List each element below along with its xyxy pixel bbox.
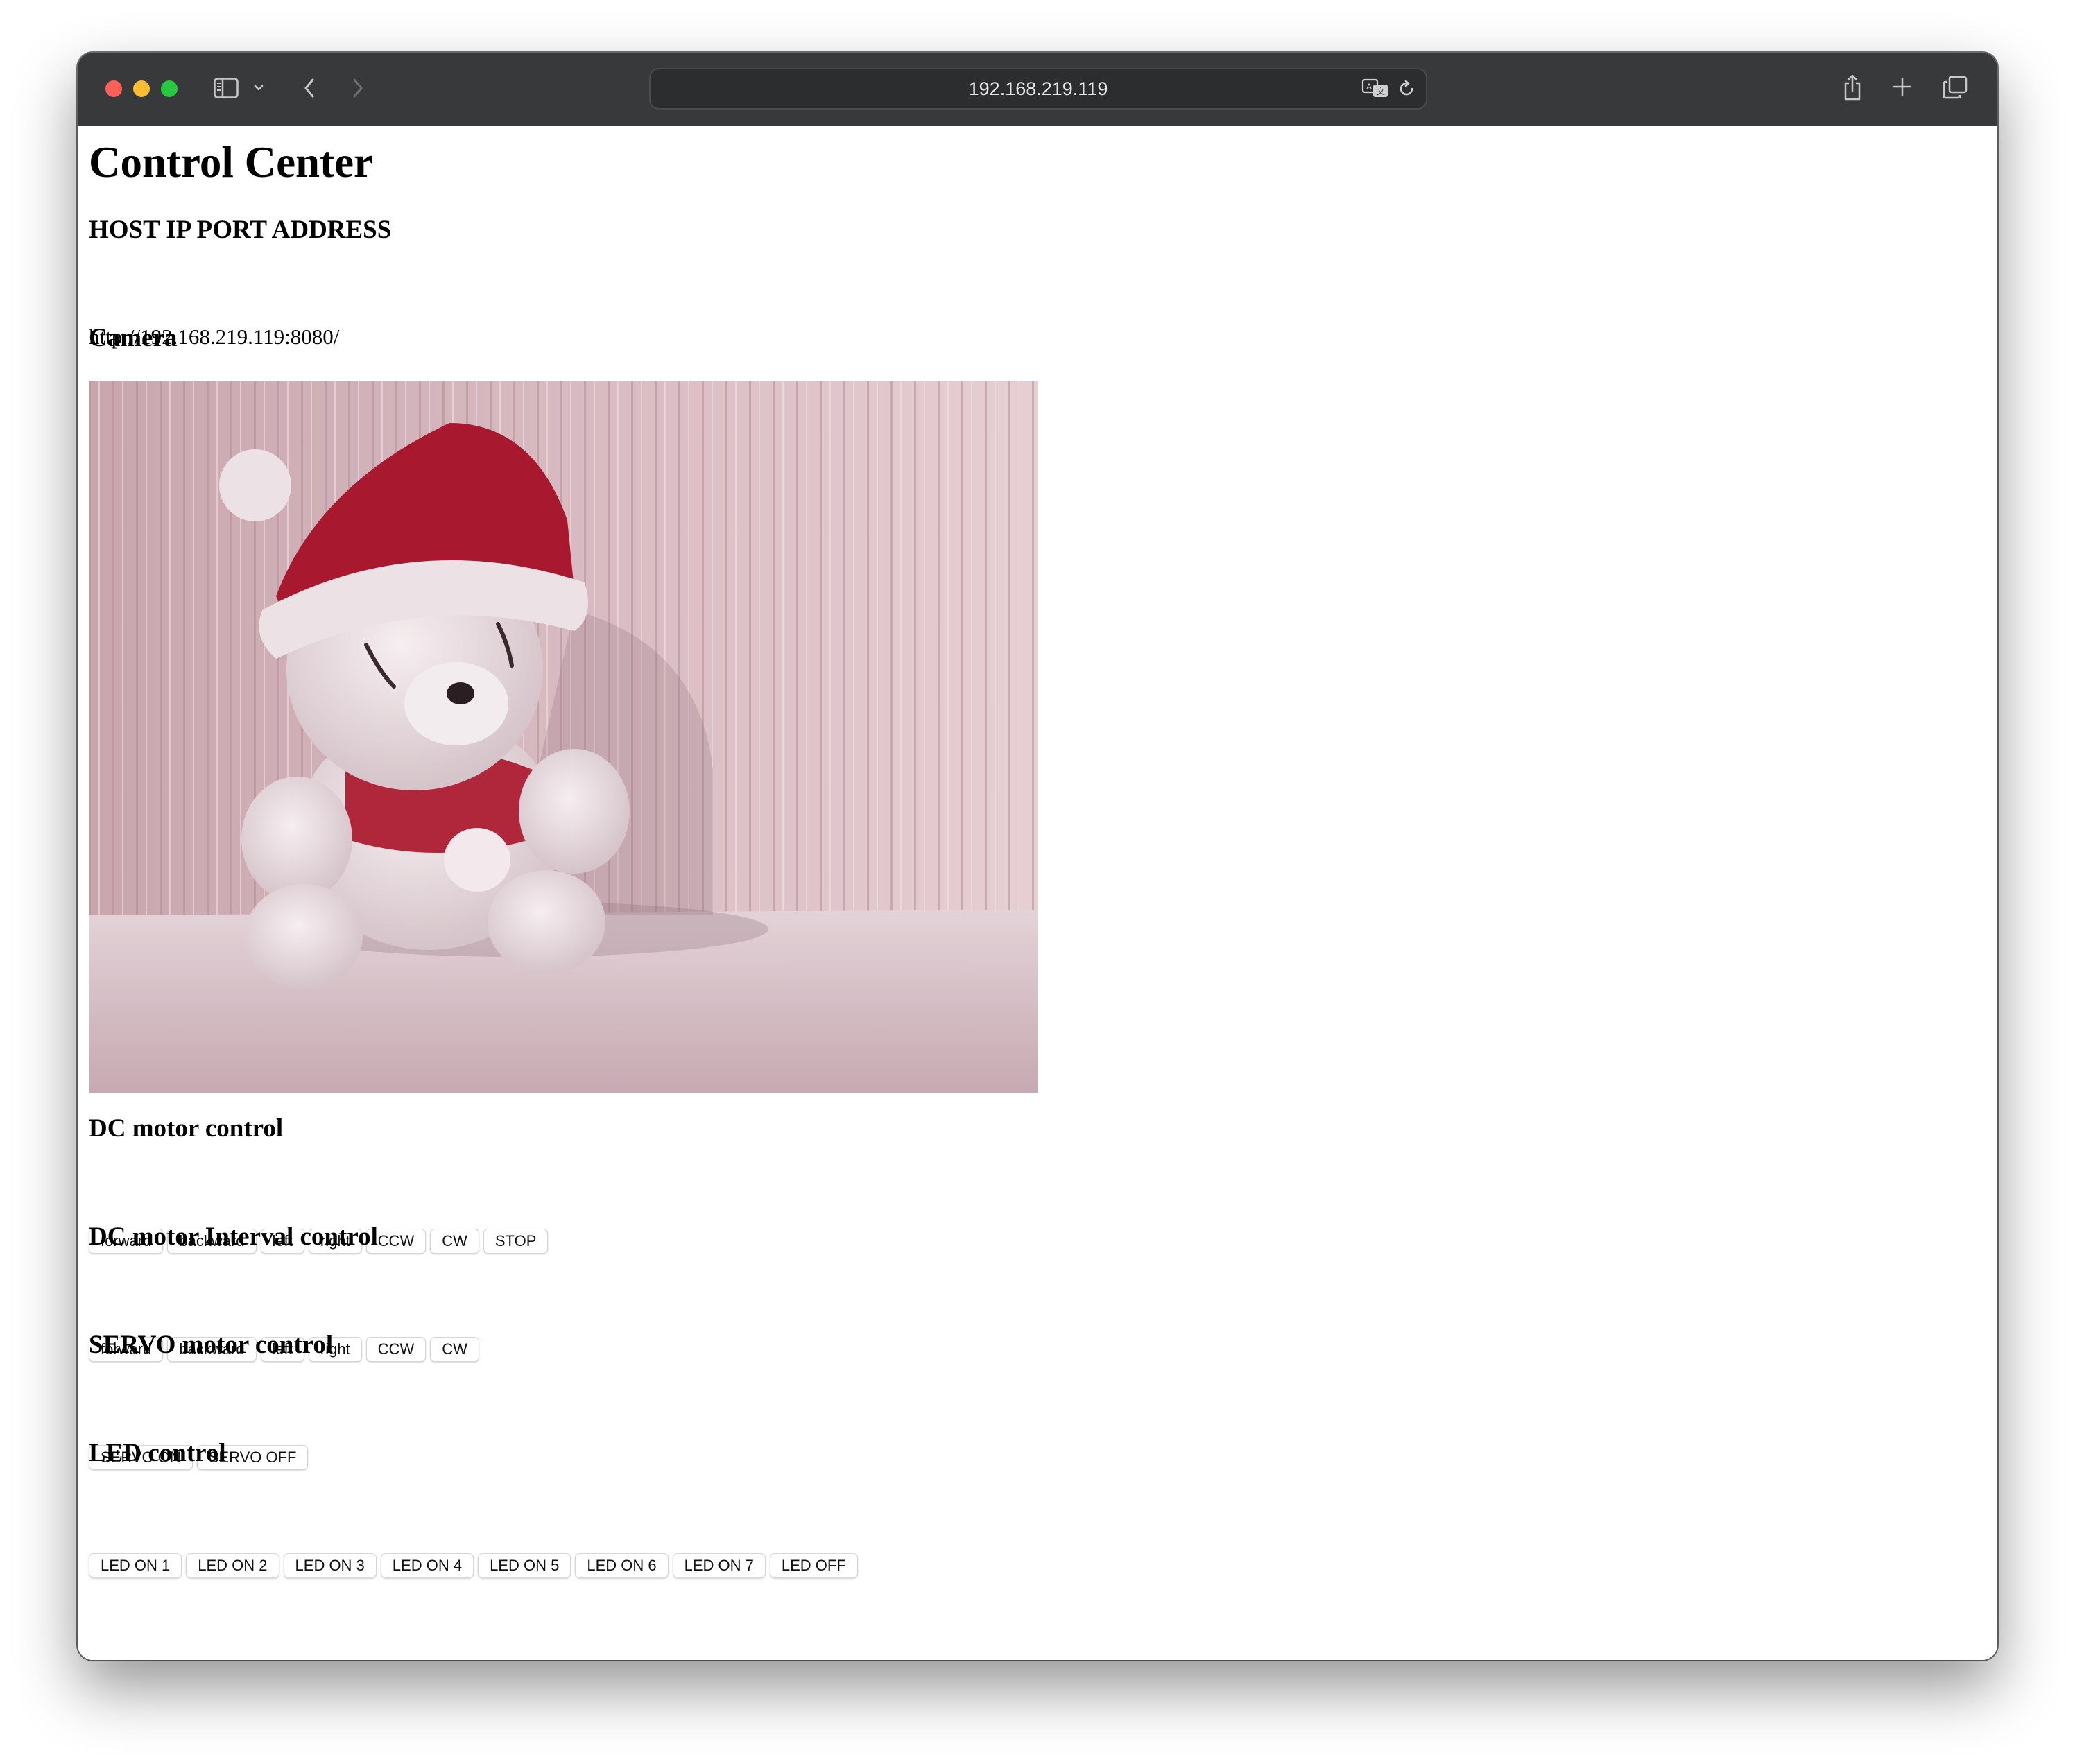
host-heading: HOST IP PORT ADDRESS [89, 216, 392, 244]
zoom-window-button[interactable] [161, 80, 178, 97]
svg-text:文: 文 [1377, 86, 1385, 96]
address-text: 192.168.219.119 [968, 78, 1108, 99]
led-buttons: LED ON 1 LED ON 2 LED ON 3 LED ON 4 LED … [89, 1553, 858, 1578]
minimize-window-button[interactable] [133, 80, 150, 97]
led-on-2-button[interactable]: LED ON 2 [186, 1553, 279, 1578]
interval-ccw-button[interactable]: CCW [365, 1337, 427, 1362]
share-icon[interactable] [1841, 72, 1864, 103]
led-on-7-button[interactable]: LED ON 7 [672, 1553, 766, 1578]
page-title: Control Center [89, 138, 373, 187]
led-on-5-button[interactable]: LED ON 5 [478, 1553, 571, 1578]
chevron-down-icon[interactable] [252, 82, 265, 94]
led-on-3-button[interactable]: LED ON 3 [283, 1553, 377, 1578]
led-on-6-button[interactable]: LED ON 6 [575, 1553, 669, 1578]
close-window-button[interactable] [105, 80, 122, 97]
plus-icon[interactable] [1891, 75, 1914, 98]
translate-icon[interactable]: A文 [1361, 78, 1390, 98]
sidebar-icon[interactable] [212, 76, 240, 100]
led-off-button[interactable]: LED OFF [769, 1553, 858, 1578]
led-on-1-button[interactable]: LED ON 1 [89, 1553, 182, 1578]
dc-motor-heading: DC motor control [89, 1114, 284, 1143]
camera-feed [89, 381, 1038, 1093]
browser-window: 192.168.219.119 A文 Control Center HOST I… [78, 53, 1997, 1660]
led-on-4-button[interactable]: LED ON 4 [380, 1553, 474, 1578]
forward-arrow-icon[interactable] [350, 75, 366, 101]
back-arrow-icon[interactable] [301, 75, 318, 101]
address-bar[interactable]: 192.168.219.119 A文 [649, 68, 1427, 110]
interval-heading: DC motor Interval control [89, 1222, 378, 1251]
camera-heading: Camera [89, 324, 178, 352]
page-content: Control Center HOST IP PORT ADDRESS http… [78, 126, 1997, 1660]
svg-text:A: A [1366, 82, 1372, 92]
dc-stop-button[interactable]: STOP [483, 1229, 549, 1254]
browser-toolbar: 192.168.219.119 A文 [78, 53, 1997, 128]
servo-heading: SERVO motor control [89, 1331, 334, 1359]
dc-cw-button[interactable]: CW [430, 1229, 479, 1254]
reload-icon[interactable] [1397, 79, 1416, 98]
led-heading: LED control [89, 1439, 226, 1467]
interval-cw-button[interactable]: CW [430, 1337, 479, 1362]
tab-overview-icon[interactable] [1942, 75, 1968, 100]
